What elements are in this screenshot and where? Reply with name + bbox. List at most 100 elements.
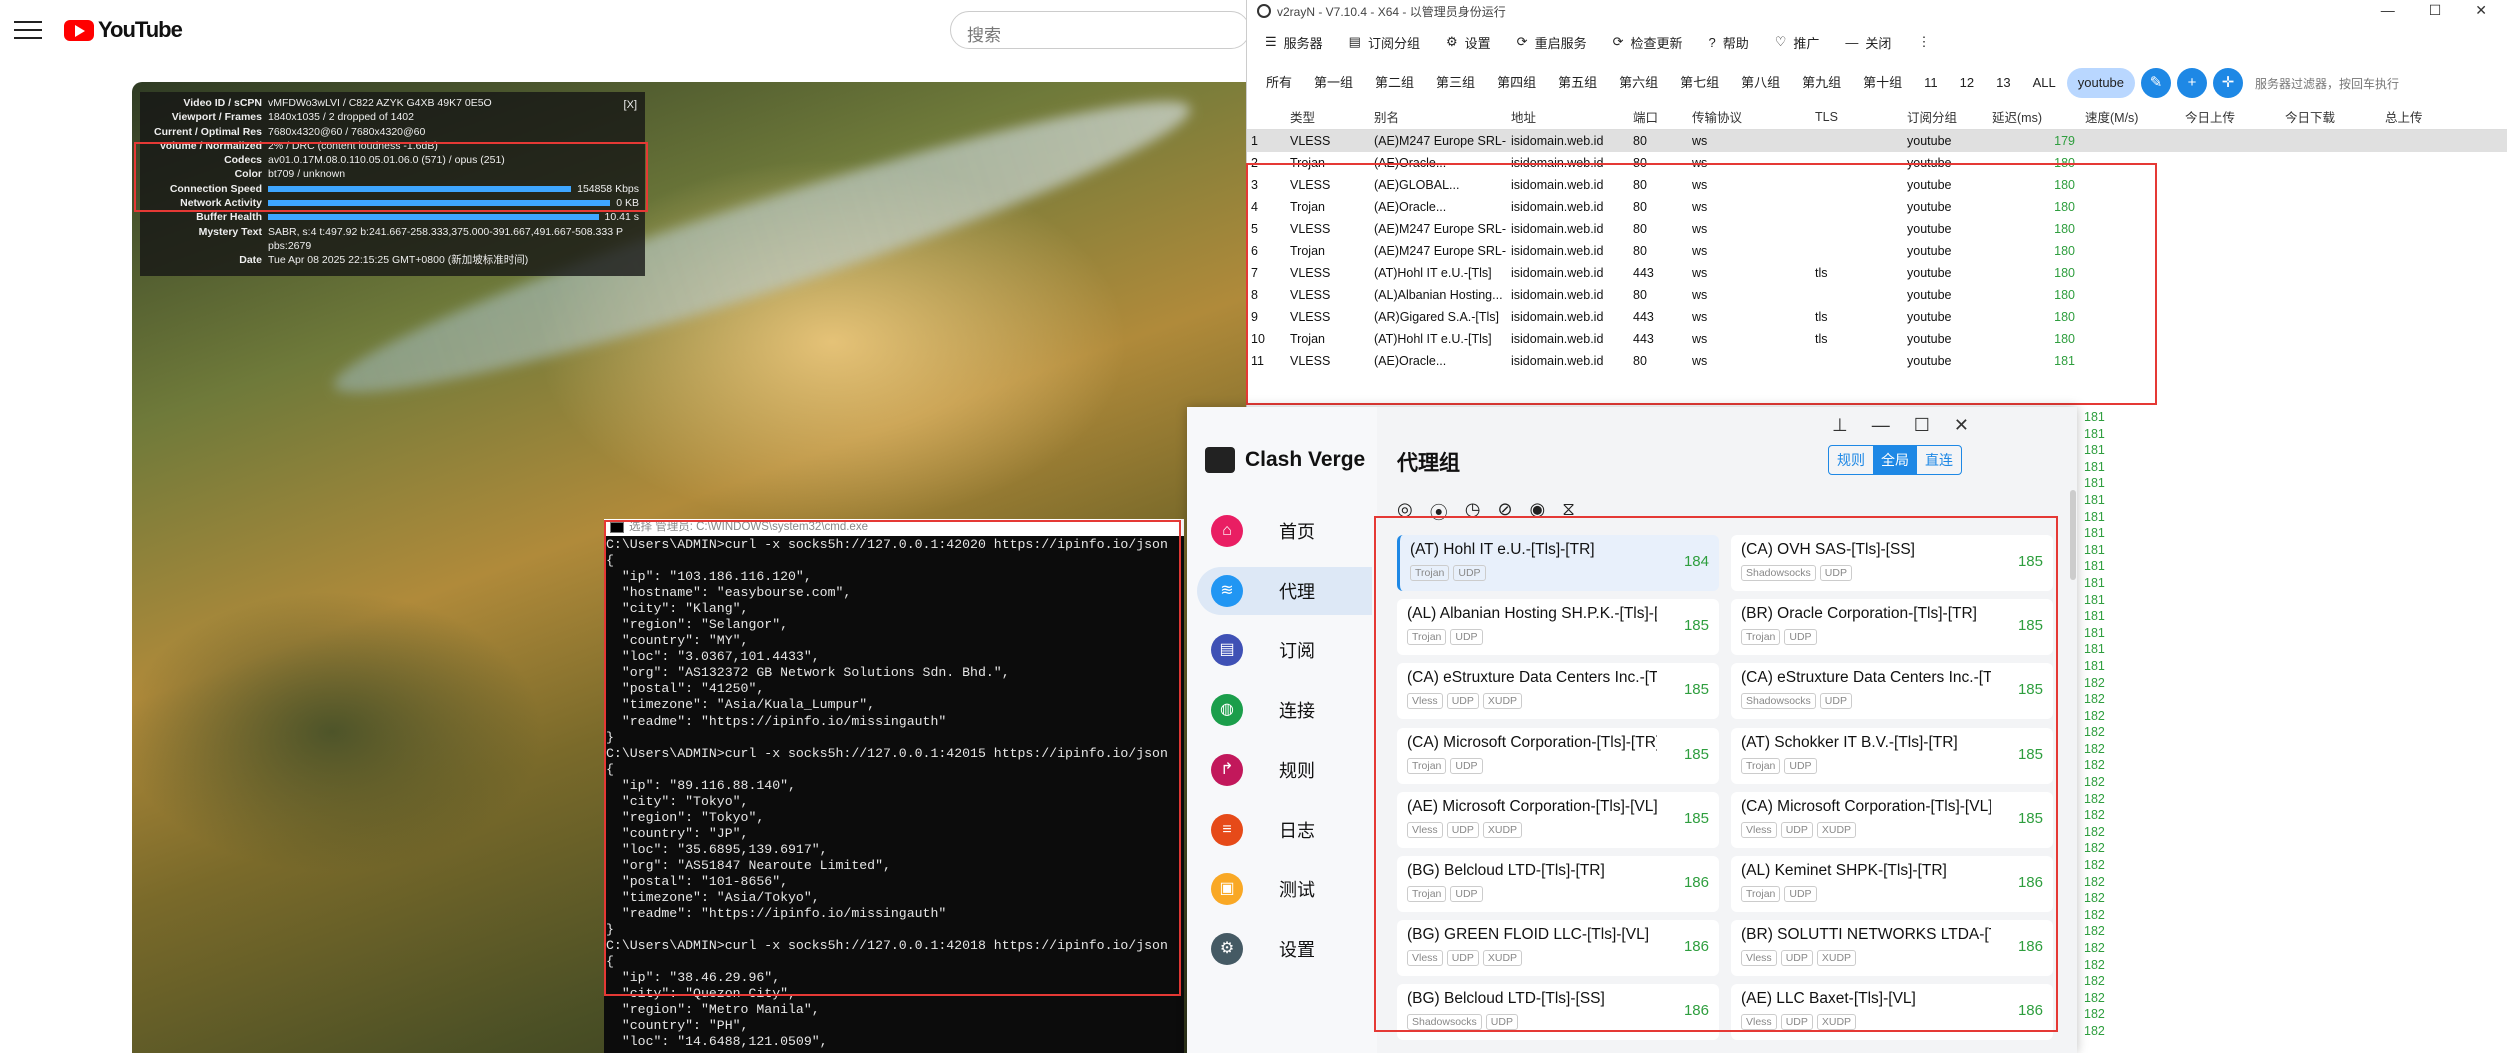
column-header[interactable]: 今日下载	[2281, 107, 2381, 126]
column-header[interactable]: 速度(M/s)	[2081, 107, 2181, 126]
column-header[interactable]: 地址	[1507, 107, 1629, 126]
nav-item[interactable]: ⚙ 设置	[1197, 925, 1372, 973]
group-tab[interactable]: youtube	[2066, 68, 2136, 98]
column-header[interactable]: 传输协议	[1688, 107, 1811, 126]
nav-icon: ≋	[1211, 574, 1243, 607]
group-tab[interactable]: 第八组	[1730, 68, 1791, 98]
latency-value: 181	[2084, 492, 2105, 507]
menu-icon: ⟳	[1516, 34, 1528, 49]
group-tab[interactable]: 11	[1913, 68, 1949, 98]
menu-item[interactable]: ⟳ 重启服务	[1517, 33, 1587, 52]
stats-row: Buffer Health 10.41 s	[146, 210, 639, 224]
group-tab[interactable]: 第五组	[1547, 68, 1608, 98]
group-tab[interactable]: 12	[1949, 68, 1985, 98]
stats-key: Mystery Text	[198, 225, 262, 238]
table-cell: ws	[1692, 134, 1708, 148]
column-header[interactable]: 类型	[1286, 107, 1370, 126]
nav-item[interactable]: ▤ 订阅	[1197, 626, 1372, 674]
menu-item[interactable]: ▤ 订阅分组	[1349, 33, 1420, 52]
mode-button[interactable]: 规则	[1829, 446, 1873, 474]
group-tab[interactable]: 13	[1985, 68, 2021, 98]
cmd-line: "loc": "14.6488,121.0509",	[606, 1034, 828, 1050]
column-header[interactable]: TLS	[1811, 110, 1903, 124]
nav-item[interactable]: ◍ 连接	[1197, 686, 1372, 734]
add-icon[interactable]: +	[2177, 68, 2208, 98]
latency-value: 181	[2084, 476, 2105, 491]
latency-value: 182	[2084, 957, 2105, 972]
mode-button[interactable]: 全局	[1873, 446, 1917, 474]
latency-value: 182	[2084, 758, 2105, 773]
stats-value: 1840x1035 / 2 dropped of 1402	[268, 111, 414, 124]
nav-item[interactable]: ▣ 测试	[1197, 865, 1372, 913]
edit-icon[interactable]: ✎	[2141, 68, 2172, 98]
move-icon[interactable]: ✛	[2213, 68, 2244, 98]
menu-item[interactable]: ⟳ 检查更新	[1613, 33, 1683, 52]
table-row[interactable]: 1 VLESS (AE)M247 Europe SRL-... isidomain.w…	[1247, 130, 2507, 152]
group-tab[interactable]: 第六组	[1608, 68, 1669, 98]
latency-value: 182	[2084, 1007, 2105, 1022]
search-input[interactable]: 搜索	[950, 11, 1250, 49]
column-header[interactable]: 订阅分组	[1903, 107, 1988, 126]
stats-close-button[interactable]: [X]	[624, 98, 637, 112]
menu-item[interactable]: — 关闭	[1845, 33, 1891, 52]
nav-icon: ◍	[1211, 694, 1243, 727]
menu-icon: —	[1845, 34, 1859, 50]
nav-label: 连接	[1279, 701, 1315, 722]
column-header[interactable]: 今日上传	[2181, 107, 2281, 126]
menu-item[interactable]: ⚙ 设置	[1446, 33, 1491, 52]
column-header[interactable]: 延迟(ms)	[1988, 107, 2081, 126]
hamburger-menu-icon[interactable]	[14, 18, 42, 42]
youtube-logo[interactable]: YouTube	[64, 17, 183, 43]
menu-item[interactable]: ⋮	[1917, 34, 1937, 50]
server-filter-input[interactable]: 服务器过滤器，按回车执行	[2255, 75, 2399, 92]
table-cell: 1	[1251, 134, 1258, 148]
youtube-logo-text: YouTube	[98, 17, 183, 42]
nav-item[interactable]: ≋ 代理	[1197, 566, 1372, 615]
menu-item[interactable]: ☰ 服务器	[1265, 33, 1323, 52]
menu-icon: ⟳	[1612, 34, 1624, 49]
latency-value: 181	[2084, 658, 2105, 673]
menu-icon: ♡	[1774, 34, 1787, 49]
scrollbar[interactable]	[2070, 490, 2076, 580]
group-tab[interactable]: 第十组	[1852, 68, 1913, 98]
column-header[interactable]: 总上传	[2381, 107, 2471, 126]
column-header[interactable]: 别名	[1370, 107, 1507, 126]
nav-icon: ≡	[1211, 813, 1243, 846]
stats-row: pbs:2679	[146, 239, 639, 253]
mode-button[interactable]: 直连	[1917, 446, 1961, 474]
v2rayn-title: v2rayN - V7.10.4 - X64 - 以管理员身份运行	[1277, 4, 1506, 19]
stats-value: 7680x4320@60 / 7680x4320@60	[268, 125, 426, 138]
minimize-icon[interactable]: —	[1872, 415, 1890, 436]
clash-window-controls: ⊥ — ☐ ✕	[1832, 415, 1969, 436]
group-tab[interactable]: 第九组	[1791, 68, 1852, 98]
menu-icon: ▤	[1348, 34, 1361, 49]
highlight-box-v2rayn	[1246, 163, 2157, 405]
group-tab[interactable]: 第二组	[1364, 68, 1425, 98]
nav-item[interactable]: ↱ 规则	[1197, 746, 1372, 794]
column-header[interactable]: 端口	[1629, 107, 1688, 126]
group-tab[interactable]: 第三组	[1425, 68, 1486, 98]
clash-logo: Clash Verge	[1205, 447, 1365, 473]
maximize-icon[interactable]: ☐	[2429, 2, 2442, 19]
stats-row: Viewport / Frames 1840x1035 / 2 dropped o…	[146, 110, 639, 124]
minimize-icon[interactable]: —	[2381, 2, 2395, 19]
close-icon[interactable]: ✕	[2475, 2, 2487, 19]
group-tab[interactable]: ALL	[2022, 68, 2067, 98]
menu-item[interactable]: ? 帮助	[1709, 33, 1749, 52]
stats-key: Current / Optimal Res	[154, 125, 262, 138]
stats-row: Current / Optimal Res 7680x4320@60 / 7680…	[146, 125, 639, 139]
close-icon[interactable]: ✕	[1954, 415, 1969, 436]
pin-icon[interactable]: ⊥	[1832, 415, 1848, 436]
nav-item[interactable]: ≡ 日志	[1197, 806, 1372, 854]
maximize-icon[interactable]: ☐	[1914, 415, 1930, 436]
group-tab[interactable]: 第一组	[1303, 68, 1364, 98]
menu-item[interactable]: ♡ 推广	[1775, 33, 1820, 52]
cmd-line: "region": "Metro Manila",	[606, 1002, 820, 1018]
group-tab[interactable]: 所有	[1255, 68, 1303, 98]
stats-key: Date	[239, 254, 262, 267]
nav-label: 首页	[1279, 522, 1315, 542]
group-tab[interactable]: 第七组	[1669, 68, 1730, 98]
nav-item[interactable]: ⌂ 首页	[1197, 507, 1372, 555]
latency-value: 181	[2084, 592, 2105, 607]
group-tab[interactable]: 第四组	[1486, 68, 1547, 98]
